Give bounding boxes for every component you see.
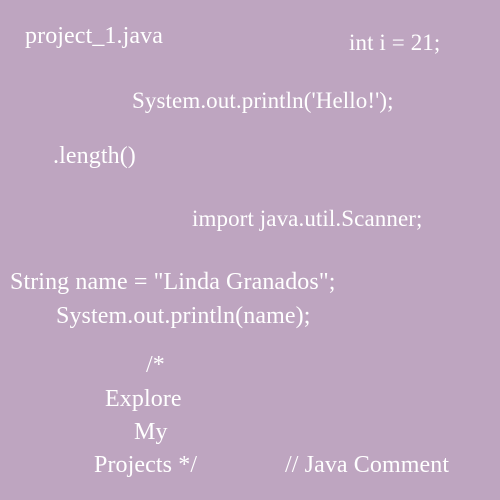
block-comment-line-explore: Explore — [105, 386, 182, 412]
block-comment-open: /* — [146, 352, 165, 378]
block-comment-line-projects: Projects */ — [94, 452, 198, 478]
import-statement-text: import java.util.Scanner; — [192, 206, 423, 231]
int-declaration-text: int i = 21; — [349, 30, 441, 55]
filename-text: project_1.java — [25, 23, 164, 49]
code-collage: project_1.java int i = 21; System.out.pr… — [0, 0, 500, 500]
line-comment-text: // Java Comment — [285, 452, 450, 478]
println-hello-text: System.out.println('Hello!'); — [132, 88, 394, 113]
length-call-text: .length() — [53, 143, 136, 169]
block-comment-line-my: My — [134, 419, 168, 445]
string-declaration-text: String name = "Linda Granados"; — [10, 269, 336, 295]
println-name-text: System.out.println(name); — [56, 303, 311, 329]
